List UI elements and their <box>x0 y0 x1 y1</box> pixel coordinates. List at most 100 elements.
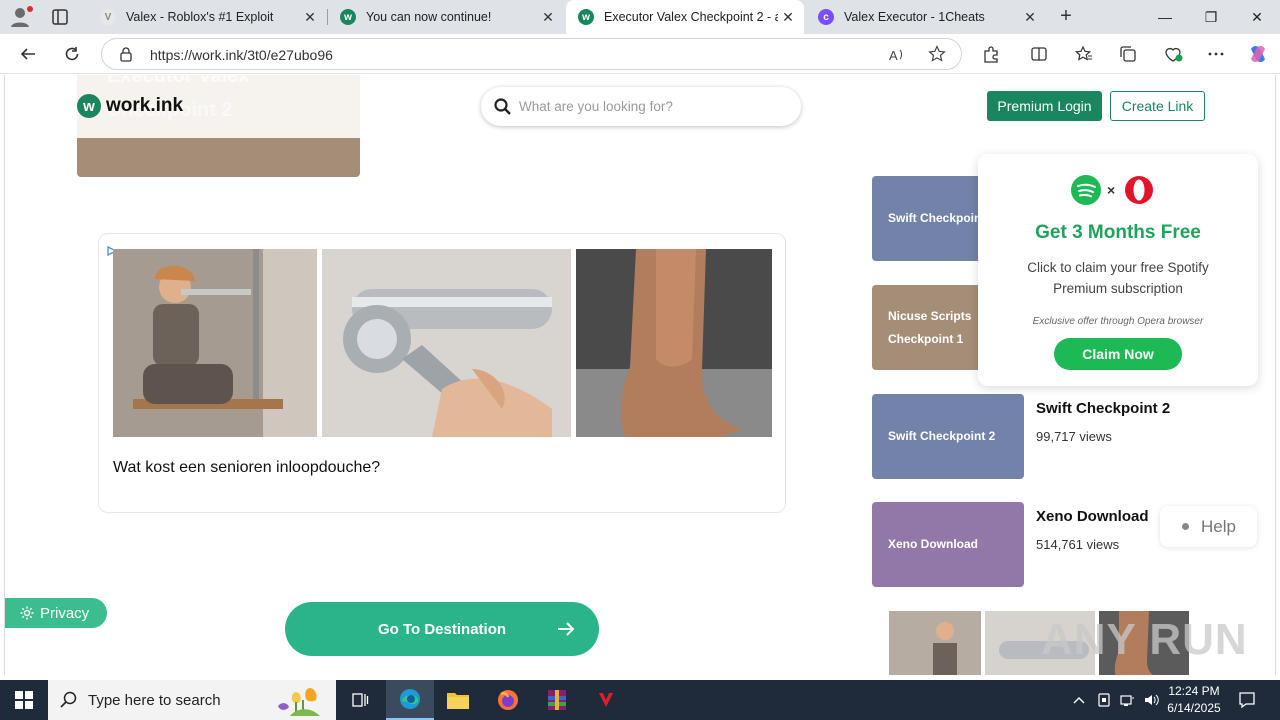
copilot-icon[interactable] <box>1246 42 1270 66</box>
tab-valex-1cheats[interactable]: c Valex Executor - 1Cheats ✕ <box>806 0 1046 34</box>
gear-icon <box>20 606 34 620</box>
tab-actions-icon[interactable] <box>50 7 70 27</box>
browser-toolbar: https://work.ink/3t0/e27ubo96 A <box>0 34 1280 74</box>
search-icon <box>60 691 78 714</box>
taskbar-search-placeholder: Type here to search <box>88 691 221 709</box>
clock-date: 6/14/2025 <box>1167 701 1221 715</box>
popup-description: Click to claim your free Spotify Premium… <box>1027 260 1209 296</box>
privacy-label: Privacy <box>40 604 90 622</box>
volume-icon[interactable] <box>1142 691 1160 709</box>
tab-executor-valex-checkpoint[interactable]: w Executor Valex Checkpoint 2 - at w ✕ <box>566 0 804 34</box>
times-icon: × <box>1107 182 1115 198</box>
tab-you-can-continue[interactable]: w You can now continue! ✕ <box>328 0 564 34</box>
site-search <box>481 87 801 126</box>
popup-exclusive-note: Exclusive offer through Opera browser <box>1032 316 1204 327</box>
help-label: Help <box>1201 516 1236 536</box>
notifications-icon[interactable] <box>1238 691 1256 709</box>
back-arrow-icon[interactable] <box>16 42 40 66</box>
more-menu-icon[interactable] <box>1204 42 1228 66</box>
browser-tab-strip: V Valex - Roblox's #1 Exploit ✕ w You ca… <box>0 0 1280 34</box>
workink-logo-icon: w <box>77 94 101 118</box>
close-tab-icon[interactable]: ✕ <box>778 7 798 27</box>
windows-start-icon[interactable] <box>0 680 48 720</box>
go-to-destination-button[interactable]: Go To Destination <box>285 602 599 656</box>
collections-icon[interactable] <box>1116 42 1140 66</box>
edge-taskbar-icon[interactable] <box>386 680 434 720</box>
ad-image-thermostat-tap[interactable] <box>322 249 571 437</box>
web-page: Executor Valex Checkpoint 2 w work.ink P… <box>4 75 1276 675</box>
sidebar-item-views: 514,761 views <box>1036 537 1120 552</box>
advertisement[interactable]: Wat kost een senioren inloopdouche? <box>98 233 786 513</box>
create-link-button[interactable]: Create Link <box>1110 91 1205 121</box>
tulip-search-highlight-icon <box>262 682 332 720</box>
sidebar-thumbnail[interactable]: Xeno Download <box>872 502 1024 587</box>
popup-logos: × <box>1070 174 1154 206</box>
close-tab-icon[interactable]: ✕ <box>538 7 558 27</box>
ad-caption[interactable]: Wat kost een senioren inloopdouche? <box>113 459 380 477</box>
sidebar-item-swift-checkpoint-2[interactable]: Swift Checkpoint 2 Swift Checkpoint 2 99… <box>872 394 1252 479</box>
favorite-star-icon[interactable] <box>928 45 946 68</box>
1cheats-icon: c <box>818 9 834 25</box>
close-tab-icon[interactable]: ✕ <box>1020 7 1040 27</box>
opera-icon <box>1125 176 1153 204</box>
tab-title: Executor Valex Checkpoint 2 - at w <box>604 10 778 24</box>
hero-thumbnail: Executor Valex Checkpoint 2 <box>77 75 360 177</box>
svg-text:A: A <box>889 48 898 63</box>
site-logo[interactable]: w work.ink <box>77 94 183 118</box>
winrar-icon[interactable] <box>533 680 581 720</box>
close-window-button[interactable]: ✕ <box>1234 0 1280 34</box>
search-input[interactable] <box>519 96 779 116</box>
restore-button[interactable]: ❐ <box>1188 0 1234 34</box>
browser-essentials-icon[interactable] <box>1161 42 1185 66</box>
popup-headline: Get 3 Months Free <box>1035 222 1201 243</box>
logo-text: work.ink <box>106 95 184 116</box>
clock-time: 12:24 PM <box>1168 684 1220 698</box>
firefox-icon[interactable] <box>484 680 532 720</box>
address-bar[interactable]: https://work.ink/3t0/e27ubo96 A <box>101 38 962 70</box>
extensions-icon[interactable] <box>979 42 1003 66</box>
file-explorer-icon[interactable] <box>434 680 482 720</box>
task-view-icon[interactable] <box>336 680 384 720</box>
url-text[interactable]: https://work.ink/3t0/e27ubo96 <box>150 47 333 63</box>
sidebar-item-title[interactable]: Xeno Download <box>1036 508 1149 525</box>
hero-ghost-text: Executor Valex <box>107 75 250 87</box>
sidebar-thumbnail[interactable]: Swift Checkpoint 2 <box>872 394 1024 479</box>
go-to-destination-label: Go To Destination <box>377 620 507 638</box>
claim-now-button[interactable]: Claim Now <box>1054 338 1182 370</box>
sidebar-item-title[interactable]: Swift Checkpoint 2 <box>1036 400 1170 417</box>
status-dot-icon <box>1182 523 1189 530</box>
profile-icon[interactable] <box>8 5 34 29</box>
valex-v-icon: V <box>100 9 116 25</box>
privacy-button[interactable]: Privacy <box>5 598 107 628</box>
split-screen-icon[interactable] <box>1027 42 1051 66</box>
ad-image-leg[interactable] <box>576 249 772 437</box>
windows-taskbar: Type here to search 12:24 PM 6/14/2025 <box>0 680 1280 720</box>
favorites-icon[interactable] <box>1072 42 1096 66</box>
tab-valex-roblox[interactable]: V Valex - Roblox's #1 Exploit ✕ <box>88 0 326 34</box>
close-tab-icon[interactable]: ✕ <box>300 7 320 27</box>
help-button[interactable]: Help <box>1160 506 1257 547</box>
premium-login-button[interactable]: Premium Login <box>987 91 1102 121</box>
tab-title: You can now continue! <box>366 10 492 24</box>
anyrun-watermark: ANY RUN <box>1041 615 1248 664</box>
network-icon[interactable] <box>1118 691 1136 709</box>
arrow-right-icon <box>555 618 577 640</box>
lock-icon[interactable] <box>118 46 134 67</box>
spotify-icon <box>1071 175 1101 205</box>
workink-icon: w <box>340 9 356 25</box>
taskbar-search-box[interactable]: Type here to search <box>48 680 336 720</box>
ad-image-bathroom-seat[interactable] <box>113 249 317 437</box>
tab-title: Valex Executor - 1Cheats <box>844 10 985 24</box>
valex-app-icon[interactable] <box>582 680 630 720</box>
refresh-icon[interactable] <box>60 42 84 66</box>
sidebar-item-views: 99,717 views <box>1036 429 1112 444</box>
tray-device-icon[interactable] <box>1095 691 1113 709</box>
workink-icon: w <box>578 9 594 25</box>
tray-chevron-up-icon[interactable] <box>1070 691 1088 709</box>
new-tab-button[interactable]: + <box>1056 6 1076 27</box>
minimize-button[interactable]: — <box>1142 0 1188 34</box>
system-clock[interactable]: 12:24 PM 6/14/2025 <box>1164 683 1224 717</box>
spotify-opera-popup[interactable]: × Get 3 Months Free Click to claim your … <box>978 154 1258 386</box>
tab-title: Valex - Roblox's #1 Exploit <box>126 10 274 24</box>
read-aloud-icon[interactable]: A <box>888 46 906 69</box>
